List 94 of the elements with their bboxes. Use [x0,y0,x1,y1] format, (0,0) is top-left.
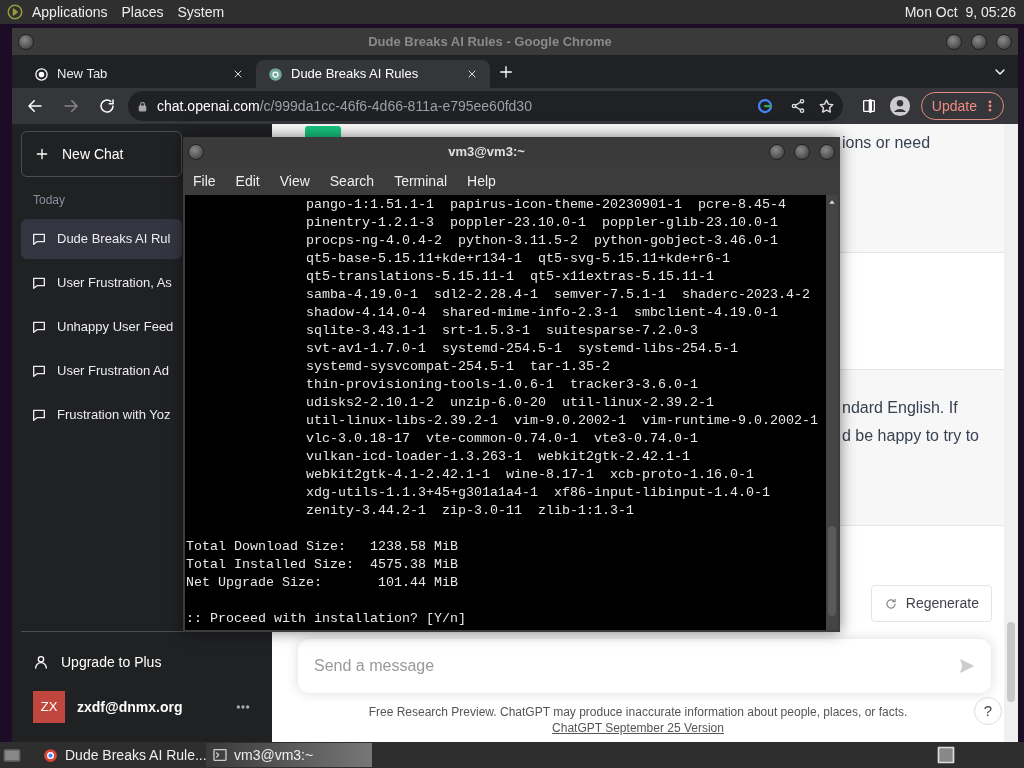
user-icon [33,654,49,670]
menu-item[interactable]: Help [467,170,496,192]
close-button[interactable] [819,144,835,160]
terminal-line: thin-provisioning-tools-1.0.6-1 tracker3-3.6.0-1 [305,376,698,394]
send-icon [959,658,975,674]
terminal-line: shadow-4.14.0-4 shared-mime-info-2.3-1 smbclient-4.19.0-1 [305,304,778,322]
terminal-line: vulkan-icd-loader-1.3.263-1 webkit2gtk-2.42.1-1 [305,448,690,466]
terminal-line: qt5-base-5.15.11+kde+r134-1 qt5-svg-5.15.11+kde+r6-1 [305,250,730,268]
menu-item[interactable]: View [279,170,310,192]
terminal-line: xdg-utils-1.1.3+45+g301a1a4-1 xf86-input-libinput-1.4.0-1 [305,484,770,502]
close-button[interactable] [996,33,1012,50]
window-menu-button[interactable] [188,144,204,160]
chat-history-item[interactable]: User Frustration, As [21,263,182,303]
chat-bubble-icon [31,275,47,291]
terminal-line: pinentry-1.2.1-3 poppler-23.10.0-1 poppler-glib-23.10.0-1 [305,214,778,232]
reload-icon [98,97,116,115]
clock: Mon Oct 9, 05:26 [904,2,1016,22]
message-text: ions or need [842,133,932,153]
lock-icon [136,99,149,113]
chrome-icon [42,746,59,764]
menu-item[interactable]: File [193,170,216,192]
panel-menu[interactable]: Applications [32,1,108,23]
taskbar-item[interactable]: vm3@vm3:~ [206,743,372,767]
chat-history-item[interactable]: User Frustration Ad [21,351,182,391]
upgrade-item[interactable]: Upgrade to Plus [21,642,263,682]
chat-bubble-icon [31,231,47,247]
terminal-line: Total Installed Size: 4575.38 MiB [185,556,458,574]
back-icon [26,97,44,115]
panel-menu[interactable]: System [177,1,225,23]
terminal-line: udisks2-2.10.1-2 unzip-6.0-20 util-linux-2.39.2-1 [305,394,714,412]
share-icon [789,98,806,114]
terminal-line: util-linux-libs-2.39.2-1 vim-9.0.2002-1 vim-runtime-9.0.2002-1 [305,412,818,430]
minimize-button[interactable] [946,33,962,50]
terminal-line: sqlite-3.43.1-1 srt-1.5.3-1 suitesparse-7.2.0-3 [305,322,698,340]
terminal-line: :: Proceed with installation? [Y/n] [185,610,466,628]
side-panel-icon [860,98,877,114]
message-input[interactable]: Send a message [314,654,959,678]
terminal-line: zenity-3.44.2-1 zip-3.0-11 zlib-1:1.3-1 [305,502,634,520]
chat-history-item[interactable]: Unhappy User Feed [21,307,182,347]
terminal-line: systemd-sysvcompat-254.5-1 tar-1.35-2 [305,358,610,376]
star-icon [817,97,835,115]
forward-icon [62,97,80,115]
terminal-line: Net Upgrade Size: 101.44 MiB [185,574,458,592]
terminal-line: samba-4.19.0-1 sdl2-2.28.4-1 semver-7.5.1-1 shaderc-2023.4-2 [305,286,810,304]
maximize-button[interactable] [971,33,987,50]
terminal-icon [212,747,228,763]
terminal-line: Total Download Size: 1238.58 MiB [185,538,458,556]
plus-icon [34,146,50,162]
minimize-button[interactable] [769,144,785,160]
url-text: chat.openai.com/c/999da1cc-46f6-4d66-811a-e795ee60fd30 [157,96,532,116]
chat-bubble-icon [31,319,47,335]
user-avatar: ZX [33,691,65,723]
chat-bubble-icon [31,407,47,423]
terminal-line: webkit2gtk-4.1-2.42.1-1 wine-8.17-1 xcb-proto-1.16.0-1 [305,466,754,484]
menu-item[interactable]: Search [329,170,375,192]
user-email: zxdf@dnmx.org [77,697,184,717]
new-chat-button[interactable]: New Chat [21,131,182,177]
profile-icon [888,95,911,117]
chat-history-item[interactable]: Frustration with Yoz [21,395,182,435]
message-text: ndard English. If [842,398,959,418]
maximize-button[interactable] [794,144,810,160]
terminal-line: vlc-3.0.18-17 vte-common-0.74.0-1 vte3-0.74.0-1 [305,430,698,448]
address-bar[interactable]: chat.openai.com/c/999da1cc-46f6-4d66-811a-e795ee60fd30 [128,91,843,121]
terminal-line: pango-1:1.51.1-1 papirus-icon-theme-20230901-1 pcre-8.45-4 [305,196,786,214]
panel-menu[interactable]: Places [121,1,164,23]
window-menu-button[interactable] [18,33,34,50]
message-field[interactable]: Send a message [297,638,992,694]
terminal-line: qt5-translations-5.15.11-1 qt5-x11extras-5.15.11-1 [305,268,714,286]
window-title: Dude Breaks AI Rules - Google Chrome [367,32,613,51]
section-label: Today [33,192,67,209]
disclaimer-text: Free Research Preview. ChatGPT may produce inaccurate information about people, places, or facts. ChatGPT September 25 Version [367,704,909,736]
window-title: vm3@vm3:~ [447,143,526,162]
menu-item[interactable]: Edit [235,170,260,192]
chat-history-item[interactable]: Dude Breaks AI Rul [21,219,182,259]
openai-icon [268,66,283,82]
terminal-line: svt-av1-1.7.0-1 systemd-254.5-1 systemd-libs-254.5-1 [305,340,738,358]
regenerate-button[interactable]: Regenerate [870,585,992,622]
browser-tab[interactable]: Dude Breaks AI Rules [256,60,490,88]
terminal-line: procps-ng-4.0.4-2 python-3.11.5-2 python-gobject-3.46.0-1 [305,232,778,250]
google-icon [755,97,774,115]
scroll-up-icon [828,198,836,206]
new-tab-icon [498,63,514,80]
scrollbar-thumb[interactable] [1007,622,1015,702]
chat-bubble-icon [31,363,47,379]
message-text: d be happy to try to [842,426,980,446]
close-icon [232,68,244,80]
chrome-icon [34,66,49,82]
window-icon [936,745,956,765]
menu-item[interactable]: Terminal [394,170,448,192]
refresh-icon [883,596,898,611]
close-icon [466,68,478,80]
version-link[interactable]: ChatGPT September 25 Version [552,721,724,735]
logo-icon [6,3,24,21]
browser-tab[interactable]: New Tab [22,60,256,88]
